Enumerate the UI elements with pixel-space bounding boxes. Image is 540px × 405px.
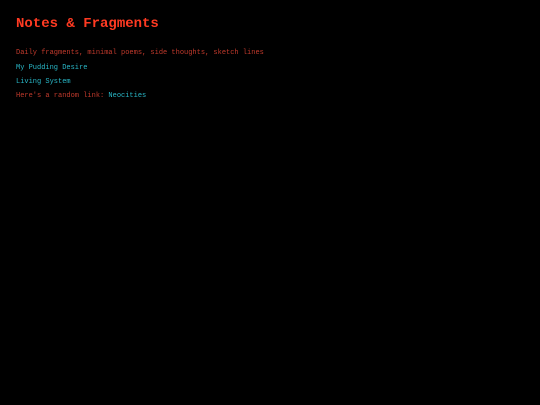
- page: Notes & Fragments Daily fragments, minim…: [0, 0, 540, 405]
- random-link-row: Here's a random link: Neocities: [16, 92, 524, 100]
- random-link-prefix: Here's a random link:: [16, 92, 105, 100]
- link-living-system[interactable]: Living System: [16, 78, 71, 86]
- link-row: My Pudding Desire: [16, 64, 524, 72]
- page-title: Notes & Fragments: [16, 16, 159, 32]
- link-neocities[interactable]: Neocities: [108, 92, 146, 100]
- link-my-pudding-desire[interactable]: My Pudding Desire: [16, 64, 87, 72]
- page-subtitle: Daily fragments, minimal poems, side tho…: [16, 49, 264, 57]
- link-row: Living System: [16, 78, 524, 86]
